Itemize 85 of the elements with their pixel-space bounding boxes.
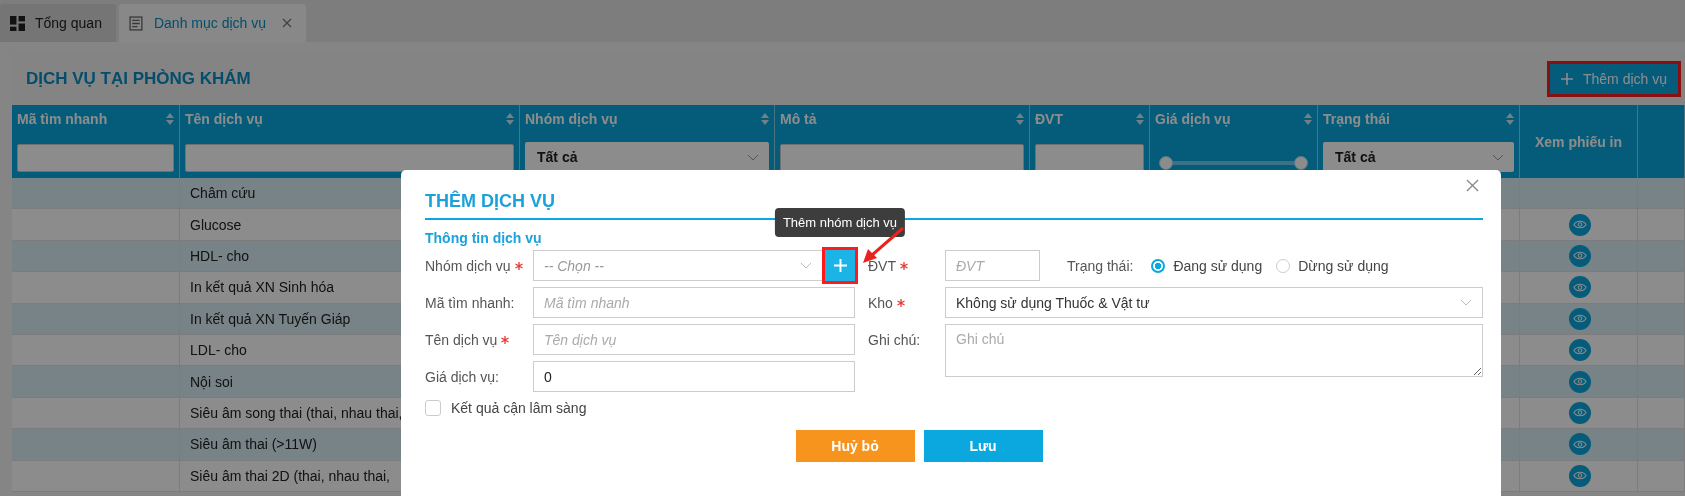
service-name: LDL- cho bbox=[190, 342, 247, 359]
chevron-down-icon bbox=[1460, 299, 1472, 306]
service-name: Siêu âm song thai (thai, nhau thai, bbox=[190, 404, 403, 421]
view-print-button[interactable] bbox=[1569, 370, 1591, 393]
column-title: Nhóm dịch vụ bbox=[525, 111, 618, 127]
field-label: ĐVT bbox=[868, 257, 896, 274]
eye-icon bbox=[1573, 439, 1587, 449]
close-icon[interactable] bbox=[282, 18, 292, 28]
column-title: Mô tả bbox=[780, 111, 817, 127]
eye-icon bbox=[1573, 377, 1587, 387]
status-label: Trạng thái: bbox=[1067, 257, 1134, 274]
sort-icon[interactable] bbox=[761, 113, 769, 125]
chevron-down-icon bbox=[747, 153, 759, 161]
table-cell bbox=[1638, 178, 1685, 210]
service-name: Châm cứu bbox=[190, 185, 256, 202]
eye-icon bbox=[1573, 314, 1587, 324]
view-print-button[interactable] bbox=[1569, 464, 1591, 487]
view-print-button[interactable] bbox=[1569, 276, 1591, 299]
service-name: Siêu âm thai 2D (thai, nhau thai, bbox=[190, 467, 390, 484]
view-print-button[interactable] bbox=[1569, 213, 1591, 236]
group-dropdown[interactable]: -- Chọn -- bbox=[533, 250, 823, 281]
column-title: Mã tìm nhanh bbox=[17, 111, 108, 127]
section-title: Thông tin dịch vụ bbox=[425, 230, 543, 246]
plus-icon bbox=[1560, 72, 1573, 85]
sort-icon[interactable] bbox=[1016, 113, 1024, 125]
dashboard-icon bbox=[10, 15, 25, 31]
tab[interactable]: Tổng quan bbox=[0, 4, 116, 42]
eye-icon bbox=[1573, 471, 1587, 481]
field-label: Tên dịch vụ bbox=[425, 331, 498, 348]
field-label: Kho bbox=[868, 294, 893, 311]
field-label: Ghi chú: bbox=[868, 332, 921, 348]
service-name: HDL- cho bbox=[190, 247, 250, 264]
view-print-button[interactable] bbox=[1569, 307, 1591, 330]
sort-icon[interactable] bbox=[1304, 113, 1312, 125]
input-field[interactable]: Tên dịch vụ bbox=[533, 324, 855, 355]
warehouse-dropdown[interactable]: Không sử dụng Thuốc & Vật tư bbox=[945, 287, 1483, 318]
note-field[interactable]: Ghi chú bbox=[945, 324, 1483, 377]
service-name: Glucose bbox=[190, 216, 242, 233]
view-print-button[interactable] bbox=[1569, 433, 1591, 456]
view-print-button[interactable] bbox=[1569, 244, 1591, 267]
view-print-button[interactable] bbox=[1569, 339, 1591, 362]
field-label: Mã tìm nhanh: bbox=[425, 294, 515, 311]
field-label: Nhóm dịch vụ bbox=[425, 257, 511, 274]
eye-icon bbox=[1573, 251, 1587, 261]
radio-option[interactable]: Đang sử dụng bbox=[1151, 257, 1263, 274]
input-field[interactable]: 0 bbox=[533, 361, 855, 392]
filter-field[interactable] bbox=[17, 144, 174, 172]
filter-dropdown[interactable]: Tất cả bbox=[525, 142, 769, 172]
sort-icon[interactable] bbox=[1136, 113, 1144, 125]
eye-icon bbox=[1573, 220, 1587, 230]
column-title: Giá dịch vụ bbox=[1155, 111, 1231, 127]
chevron-down-icon bbox=[800, 262, 812, 269]
filter-field[interactable] bbox=[185, 144, 514, 172]
close-icon[interactable] bbox=[1466, 179, 1479, 192]
dialog-title: THÊM DỊCH VỤ bbox=[425, 191, 555, 212]
eye-icon bbox=[1573, 408, 1587, 418]
sort-icon[interactable] bbox=[166, 113, 174, 125]
service-name: In kết quả XN Tuyến Giáp bbox=[190, 310, 351, 327]
service-name: Siêu âm thai (>11W) bbox=[190, 436, 317, 453]
filter-field[interactable] bbox=[1035, 144, 1144, 172]
radio-option[interactable]: Dừng sử dụng bbox=[1276, 257, 1389, 274]
eye-icon bbox=[1573, 282, 1587, 292]
field-label: Giá dịch vụ: bbox=[425, 368, 499, 385]
input-field[interactable]: Mã tìm nhanh bbox=[533, 287, 855, 318]
eye-icon bbox=[1573, 345, 1587, 355]
tooltip: Thêm nhóm dịch vụ bbox=[774, 208, 906, 237]
checkbox-label: Kết quả cận lâm sàng bbox=[451, 400, 587, 416]
column-title: Xem phiếu in bbox=[1534, 133, 1623, 150]
chevron-down-icon bbox=[1492, 153, 1504, 161]
filter-field[interactable] bbox=[780, 144, 1024, 172]
page-title: DỊCH VỤ TẠI PHÒNG KHÁM bbox=[26, 68, 251, 89]
unit-field[interactable]: ĐVT bbox=[945, 250, 1040, 281]
list-icon bbox=[128, 15, 144, 31]
service-name: Nội soi bbox=[190, 373, 233, 390]
column-title: Trạng thái bbox=[1323, 111, 1390, 127]
sort-icon[interactable] bbox=[506, 113, 514, 125]
service-name: In kết quả XN Sinh hóa bbox=[190, 279, 334, 296]
plus-icon bbox=[833, 259, 847, 272]
checkbox[interactable] bbox=[425, 400, 441, 416]
view-print-button[interactable] bbox=[1569, 401, 1591, 424]
filter-dropdown[interactable]: Tất cả bbox=[1323, 142, 1514, 172]
add-group-button[interactable] bbox=[825, 250, 855, 281]
column-title: Tên dịch vụ bbox=[185, 111, 263, 127]
sort-icon[interactable] bbox=[1506, 113, 1514, 125]
column-title: ĐVT bbox=[1035, 111, 1063, 127]
